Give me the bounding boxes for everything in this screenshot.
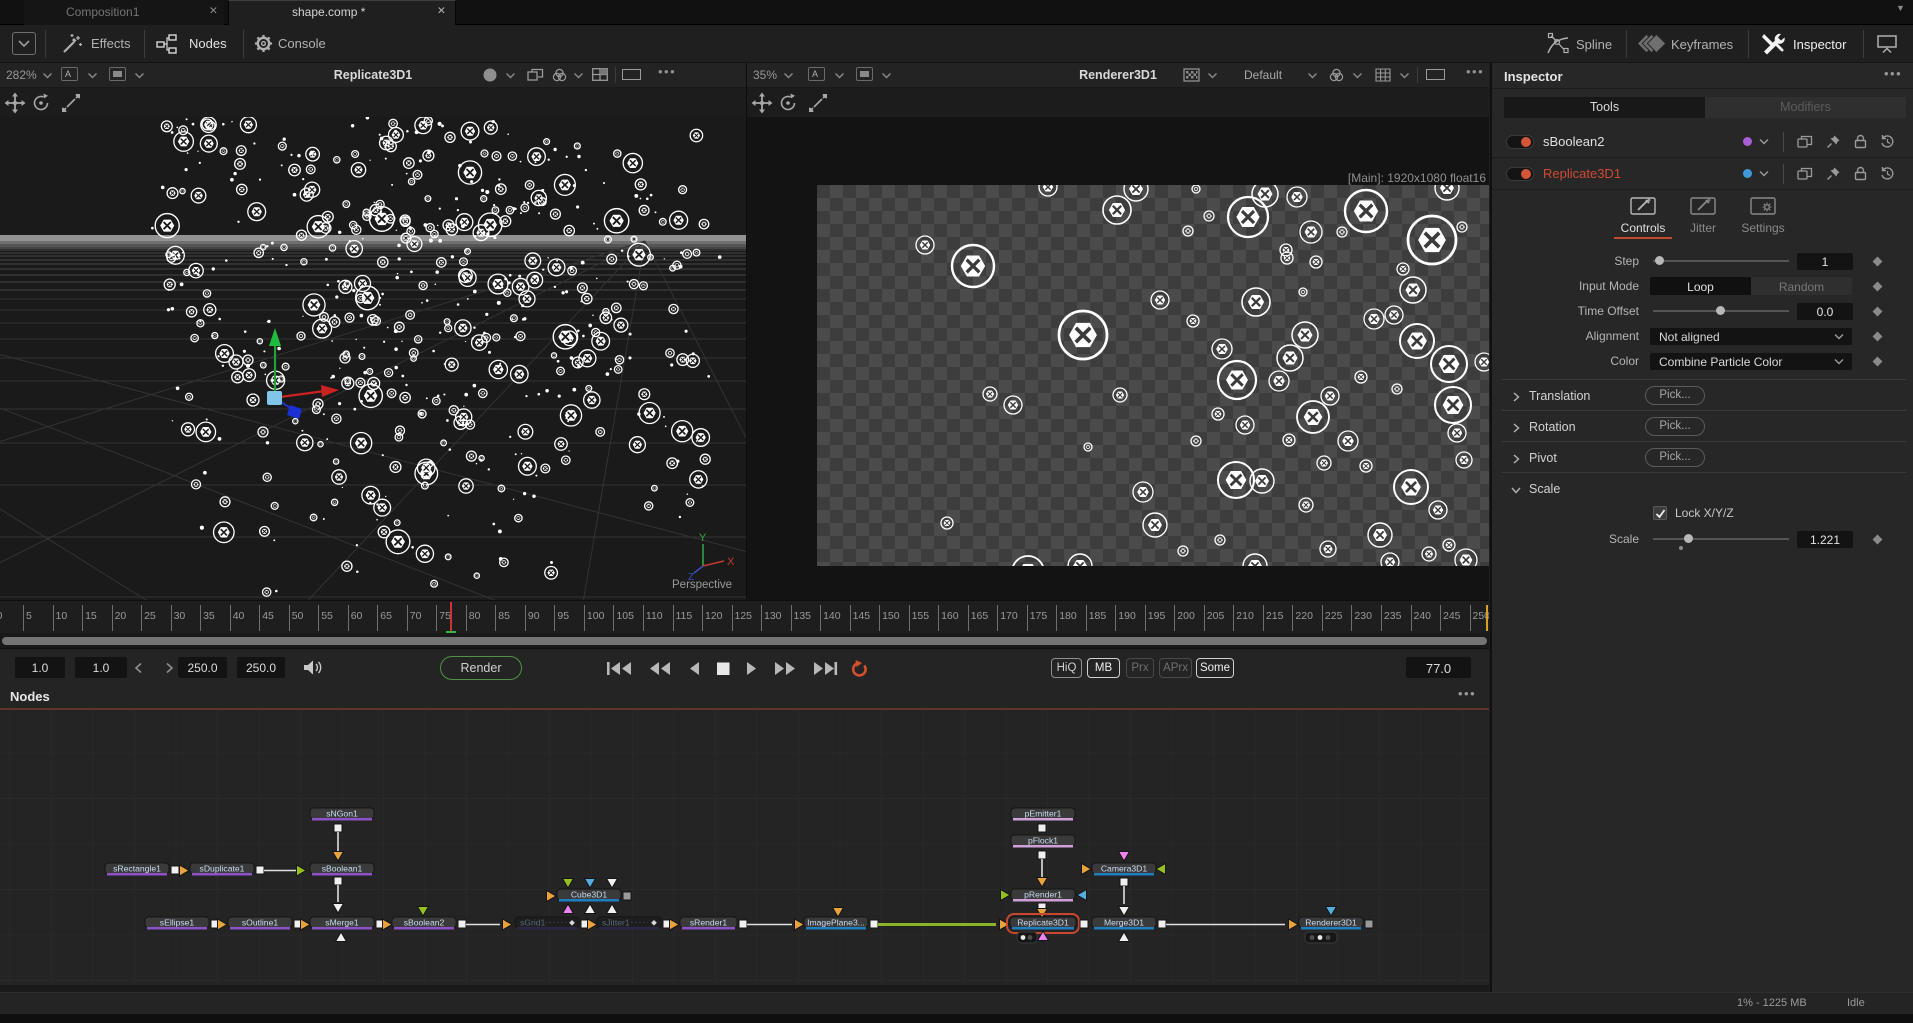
- svg-text:pRender1: pRender1: [1024, 890, 1062, 900]
- svg-text:sEllipse1: sEllipse1: [160, 918, 195, 928]
- svg-text:sRender1: sRender1: [690, 918, 727, 928]
- svg-text:sDuplicate1: sDuplicate1: [200, 864, 245, 874]
- svg-text:Renderer3D1: Renderer3D1: [1305, 918, 1357, 928]
- svg-text:ImagePlane3...: ImagePlane3...: [807, 918, 865, 928]
- svg-text:pEmitter1: pEmitter1: [1025, 809, 1062, 819]
- svg-text:Replicate3D1: Replicate3D1: [1017, 918, 1069, 928]
- svg-text:X: X: [727, 556, 735, 568]
- svg-text:sGrid1: sGrid1: [520, 918, 546, 928]
- svg-text:sOutline1: sOutline1: [242, 918, 279, 928]
- svg-text:sMerge1: sMerge1: [325, 918, 359, 928]
- svg-text:sRectangle1: sRectangle1: [113, 864, 161, 874]
- svg-text:sNGon1: sNGon1: [326, 809, 358, 819]
- svg-text:Camera3D1: Camera3D1: [1101, 864, 1148, 874]
- svg-text:pFlock1: pFlock1: [1028, 836, 1058, 846]
- svg-text:sBoolean1: sBoolean1: [322, 864, 363, 874]
- svg-text:sBoolean2: sBoolean2: [404, 918, 445, 928]
- svg-text:Cube3D1: Cube3D1: [571, 890, 608, 900]
- svg-text:Y: Y: [699, 532, 707, 544]
- svg-text:Merge3D1: Merge3D1: [1104, 918, 1144, 928]
- svg-text:sJitter1: sJitter1: [602, 918, 630, 928]
